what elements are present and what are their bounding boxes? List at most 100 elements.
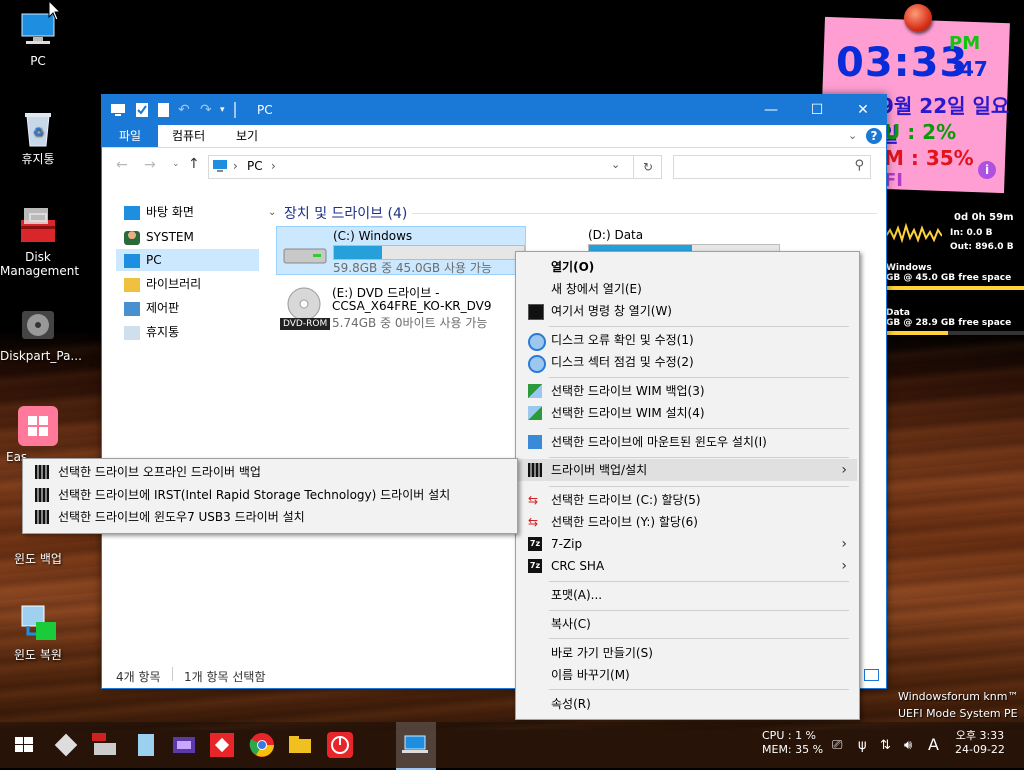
ribbon-expand-icon[interactable]: ⌄ — [848, 125, 857, 147]
drive-c[interactable]: (C:) Windows 59.8GB 중 45.0GB 사용 가능 — [276, 226, 526, 275]
menu-item-wim-backup[interactable]: 선택한 드라이브 WIM 백업(3) — [518, 380, 857, 402]
info-icon[interactable]: i — [978, 161, 996, 179]
menu-item-label: 선택한 드라이브 WIM 백업(3) — [551, 384, 705, 398]
disk-check-icon — [528, 355, 546, 373]
maximize-button[interactable]: ☐ — [794, 95, 840, 125]
taskbar-clock[interactable]: 오후 3:33 24-09-22 — [955, 729, 1005, 757]
close-button[interactable]: ✕ — [840, 95, 886, 125]
volume-icon[interactable]: 🔊︎ — [904, 738, 912, 753]
taskbar-anydesk-icon[interactable] — [208, 731, 236, 759]
menu-item-rename[interactable]: 이름 바꾸기(M) — [518, 664, 857, 686]
toolbox-icon — [18, 206, 58, 246]
display-icon[interactable]: ⎚ — [832, 738, 842, 753]
minimize-button[interactable]: — — [748, 95, 794, 125]
menu-item-assign-y[interactable]: ⇆ 선택한 드라이브 (Y:) 할당(6) — [518, 511, 857, 533]
back-arrow-icon[interactable]: ← — [116, 157, 128, 173]
taskbar-document-icon[interactable] — [132, 731, 160, 759]
recent-locations-icon[interactable]: ⌄ — [172, 159, 180, 169]
address-dropdown-icon[interactable]: ⌄ — [611, 158, 620, 171]
undo-icon[interactable]: ↶ — [178, 102, 194, 118]
taskbar-tool-icon[interactable] — [52, 731, 80, 759]
drive-e[interactable]: DVD-ROM (E:) DVD 드라이브 - CCSA_X64FRE_KO-K… — [276, 282, 526, 334]
desktop-icon-recycle-bin[interactable]: ♻ 휴지통 — [0, 108, 76, 166]
menu-item-open-new-window[interactable]: 새 창에서 열기(E) — [518, 278, 857, 300]
title-bar[interactable]: ↶ ↷ ▾ PC — ☐ ✕ — [102, 95, 886, 125]
menu-item-install-mounted-windows[interactable]: 선택한 드라이브에 마운트된 윈도우 설치(I) — [518, 431, 857, 453]
menu-item-wim-install[interactable]: 선택한 드라이브 WIM 설치(4) — [518, 402, 857, 424]
status-selected: 1개 항목 선택함 — [184, 670, 266, 684]
window-title: PC — [257, 103, 273, 117]
menu-item-7zip[interactable]: 7z 7-Zip › — [518, 533, 857, 555]
7zip-icon: 7z — [528, 537, 542, 551]
menu-item-open[interactable]: 열기(O) — [518, 256, 857, 278]
nav-label: 제어판 — [146, 301, 180, 315]
search-input[interactable]: ⚲ — [673, 155, 871, 179]
submenu-arrow-icon: › — [841, 536, 847, 552]
group-title[interactable]: 장치 및 드라이브 (4) — [284, 203, 407, 223]
menu-item-properties[interactable]: 속성(R) — [518, 693, 857, 715]
nav-item-system[interactable]: SYSTEM — [124, 226, 258, 248]
submenu-item-irst-driver-install[interactable]: 선택한 드라이브에 IRST(Intel Rapid Storage Techn… — [25, 484, 515, 506]
group-collapse-icon[interactable]: ⌄ — [268, 207, 276, 218]
menu-item-check-sectors[interactable]: 디스크 섹터 점검 및 수정(2) — [518, 351, 857, 373]
menu-item-copy[interactable]: 복사(C) — [518, 613, 857, 635]
menu-item-assign-c[interactable]: ⇆ 선택한 드라이브 (C:) 할당(5) — [518, 489, 857, 511]
address-text[interactable]: PC — [247, 159, 263, 173]
forward-arrow-icon[interactable]: → — [144, 157, 156, 173]
tab-view[interactable]: 보기 — [236, 125, 258, 147]
menu-item-check-disk[interactable]: 디스크 오류 확인 및 수정(1) — [518, 329, 857, 351]
start-button[interactable] — [10, 731, 38, 759]
nav-item-libraries[interactable]: 라이브러리 — [124, 273, 258, 295]
up-arrow-icon[interactable]: ↑ — [188, 156, 200, 172]
address-bar[interactable]: › PC › ⌄ ↻ — [208, 155, 662, 179]
pc-icon — [110, 102, 126, 118]
address-pc-icon — [212, 159, 228, 176]
redo-icon[interactable]: ↷ — [200, 102, 216, 118]
desktop-icon-windows-restore[interactable]: 윈도 복원 — [0, 604, 76, 662]
disk-check-icon — [528, 333, 546, 351]
menu-item-crc-sha[interactable]: 7z CRC SHA › — [518, 555, 857, 577]
tab-file[interactable]: 파일 — [102, 125, 158, 147]
taskbar-disk-tool-icon[interactable] — [90, 731, 118, 759]
nav-item-recycle-bin[interactable]: 휴지통 — [124, 321, 258, 343]
nav-item-pc[interactable]: PC — [116, 249, 259, 271]
wim-backup-icon — [528, 384, 542, 398]
network-icon[interactable]: ⇅ — [880, 738, 891, 753]
menu-item-format[interactable]: 포맷(A)... — [518, 584, 857, 606]
desktop-icon-easy[interactable]: Eas — [0, 406, 58, 464]
new-folder-icon[interactable] — [156, 102, 172, 118]
submenu-item-offline-driver-backup[interactable]: 선택한 드라이브 오프라인 드라이버 백업 — [25, 461, 515, 483]
drive-widget-info: GB @ 45.0 GB free space — [886, 273, 1012, 283]
menu-item-label: 선택한 드라이브 WIM 설치(4) — [551, 406, 705, 420]
menu-item-label: 바로 가기 만들기(S) — [551, 646, 653, 660]
submenu-item-usb3-driver-install[interactable]: 선택한 드라이브에 윈도우7 USB3 드라이버 설치 — [25, 506, 515, 528]
nav-item-control-panel[interactable]: 제어판 — [124, 297, 258, 319]
taskbar-cpu: CPU : 1 % — [762, 729, 817, 742]
menu-item-open-cmd[interactable]: 여기서 명령 창 열기(W) — [518, 300, 857, 322]
taskbar-mem: MEM: 35 % — [762, 743, 824, 756]
usb-icon[interactable]: ψ — [858, 738, 867, 753]
ribbon-tabs: 파일 컴퓨터 보기 ⌄ ? — [102, 125, 886, 148]
nav-item-desktop[interactable]: 바탕 화면 — [124, 201, 258, 223]
taskbar-folder-icon[interactable] — [286, 731, 314, 759]
taskbar-power-icon[interactable] — [326, 731, 354, 759]
menu-item-create-shortcut[interactable]: 바로 가기 만들기(S) — [518, 642, 857, 664]
menu-item-label: 선택한 드라이브에 마운트된 윈도우 설치(I) — [551, 435, 767, 449]
desktop-icon-pc[interactable]: PC — [0, 10, 76, 68]
refresh-icon[interactable]: ↻ — [633, 156, 662, 178]
details-view-icon[interactable] — [864, 669, 879, 681]
taskbar-image-icon[interactable] — [170, 731, 198, 759]
help-icon[interactable]: ? — [866, 128, 882, 144]
menu-item-driver-backup-install[interactable]: 드라이버 백업/설치 › — [518, 459, 857, 481]
drive-widget-data: Data GB @ 28.9 GB free space — [886, 308, 1024, 335]
properties-icon[interactable] — [134, 102, 150, 118]
desktop-icon-disk-management[interactable]: Disk Management — [0, 206, 79, 278]
group-divider — [412, 213, 877, 214]
taskbar-chrome-icon[interactable] — [248, 731, 276, 759]
desktop-icon-diskpart[interactable]: Diskpart_Pa... — [0, 305, 82, 363]
drive-widget-bar — [886, 286, 1024, 290]
desktop-icon-label: 윈도 백업 — [14, 552, 62, 566]
input-language-indicator[interactable]: A — [928, 735, 939, 754]
taskbar-explorer-button[interactable] — [396, 722, 436, 770]
tab-computer[interactable]: 컴퓨터 — [172, 125, 205, 147]
